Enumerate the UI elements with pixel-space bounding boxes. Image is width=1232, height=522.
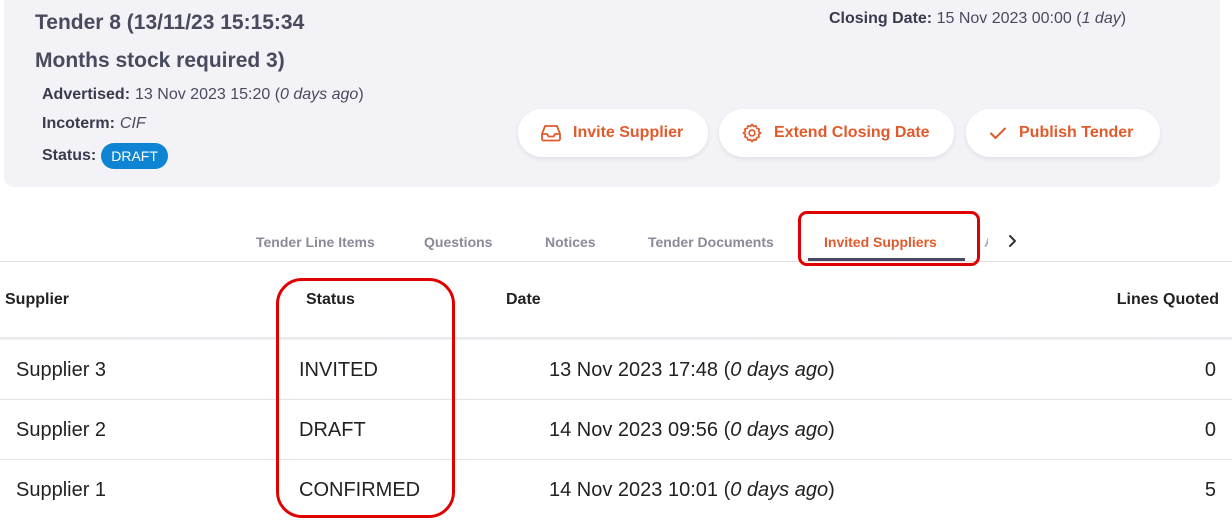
- closing-date-value: 15 Nov 2023 00:00: [936, 10, 1072, 27]
- table-row[interactable]: Supplier 2 DRAFT 14 Nov 2023 09:56 (0 da…: [0, 400, 1232, 460]
- date-value: 13 Nov 2023 17:48: [549, 359, 719, 381]
- tab-invited-suppliers[interactable]: Invited Suppliers: [824, 234, 937, 250]
- date-ago: 0 days ago: [730, 359, 829, 381]
- extend-closing-date-button[interactable]: Extend Closing Date: [719, 109, 954, 157]
- advertised-row: Advertised: 13 Nov 2023 15:20 (0 days ag…: [42, 86, 364, 103]
- advertised-ago: 0 days ago: [280, 86, 359, 103]
- date-value: 14 Nov 2023 09:56: [549, 419, 719, 441]
- tab-tender-documents[interactable]: Tender Documents: [648, 234, 774, 250]
- column-header-date[interactable]: Date: [506, 291, 541, 309]
- date-cell: 14 Nov 2023 10:01 (0 days ago): [549, 479, 835, 501]
- chevron-right-icon: [1009, 235, 1016, 247]
- check-icon: [990, 127, 1006, 139]
- closing-date: Closing Date: 15 Nov 2023 00:00 (1 day): [829, 10, 1127, 27]
- publish-tender-button[interactable]: Publish Tender: [966, 109, 1160, 157]
- tab-tender-line-items[interactable]: Tender Line Items: [256, 234, 375, 250]
- date-ago: 0 days ago: [730, 479, 829, 501]
- closing-date-label: Closing Date:: [829, 10, 933, 27]
- table-row[interactable]: Supplier 1 CONFIRMED 14 Nov 2023 10:01 (…: [0, 460, 1232, 520]
- tender-title-line-2: Months stock required 3): [35, 49, 285, 72]
- inbox-icon: [541, 125, 561, 142]
- publish-tender-label: Publish Tender: [1019, 124, 1134, 141]
- incoterm-value: CIF: [119, 115, 146, 132]
- invite-supplier-label: Invite Supplier: [573, 124, 684, 141]
- incoterm-label: Incoterm:: [42, 115, 115, 132]
- date-cell: 14 Nov 2023 09:56 (0 days ago): [549, 419, 835, 441]
- supplier-cell: Supplier 2: [16, 419, 107, 441]
- status-cell: DRAFT: [299, 419, 366, 441]
- advertised-value: 13 Nov 2023 15:20: [135, 86, 271, 103]
- date-ago: 0 days ago: [730, 419, 829, 441]
- status-badge: DRAFT: [101, 143, 168, 169]
- gear-icon: [742, 123, 762, 143]
- supplier-cell: Supplier 1: [16, 479, 107, 501]
- status-row: Status: DRAFT: [42, 143, 168, 169]
- invite-supplier-button[interactable]: Invite Supplier: [518, 109, 708, 157]
- date-cell: 13 Nov 2023 17:48 (0 days ago): [549, 359, 835, 381]
- tabs-next-button[interactable]: [1002, 230, 1022, 252]
- column-header-lines-quoted[interactable]: Lines Quoted: [1117, 291, 1219, 309]
- lines-quoted-cell: 5: [1204, 479, 1216, 501]
- tender-title-line-1: Tender 8 (13/11/23 15:15:34: [35, 11, 305, 34]
- tabs-divider: [0, 261, 1232, 262]
- tab-questions[interactable]: Questions: [424, 234, 492, 250]
- status-cell: CONFIRMED: [299, 479, 421, 501]
- supplier-cell: Supplier 3: [16, 359, 107, 381]
- lines-quoted-cell: 0: [1204, 419, 1216, 441]
- table-row[interactable]: Supplier 3 INVITED 13 Nov 2023 17:48 (0 …: [0, 340, 1232, 400]
- closing-date-remaining: 1 day: [1081, 10, 1121, 27]
- tab-notices[interactable]: Notices: [545, 234, 596, 250]
- status-label: Status:: [42, 147, 97, 164]
- lines-quoted-cell: 0: [1204, 359, 1216, 381]
- extend-closing-date-label: Extend Closing Date: [774, 124, 930, 141]
- date-value: 14 Nov 2023 10:01: [549, 479, 719, 501]
- status-cell: INVITED: [299, 359, 378, 381]
- incoterm-row: Incoterm: CIF: [42, 115, 146, 133]
- advertised-label: Advertised:: [42, 86, 131, 103]
- column-header-status[interactable]: Status: [306, 291, 355, 309]
- tab-overflow-partial[interactable]: A: [984, 234, 988, 250]
- column-header-supplier[interactable]: Supplier: [5, 291, 69, 309]
